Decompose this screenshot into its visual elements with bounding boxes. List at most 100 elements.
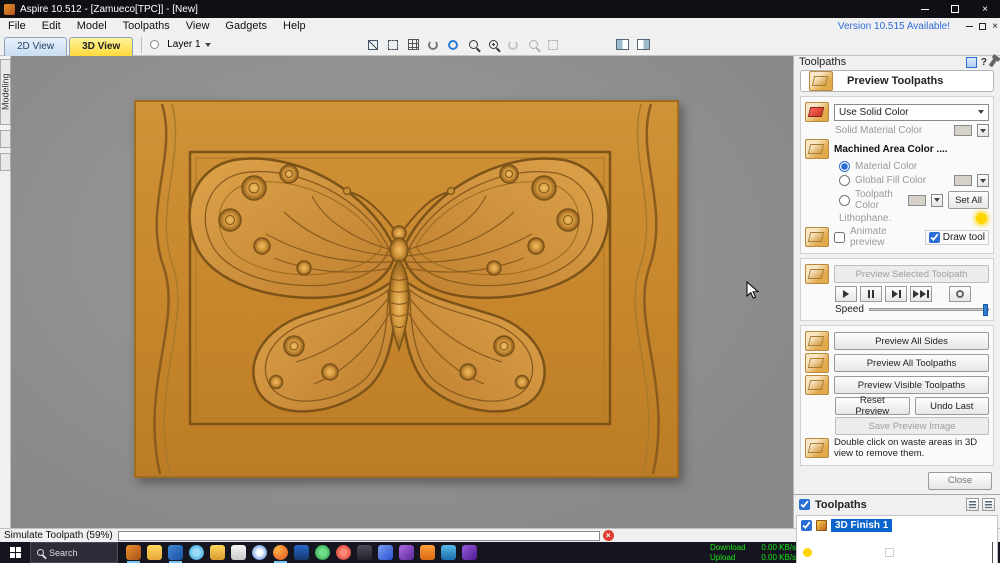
toolpath-color-swatch[interactable] (908, 194, 927, 206)
taskbar-app-icon[interactable] (399, 545, 414, 560)
play-button[interactable] (835, 286, 857, 302)
language-indicator[interactable]: ENG (901, 548, 921, 558)
toolpath-color-dropdown[interactable] (931, 193, 944, 207)
panel-book-icon[interactable] (965, 56, 977, 68)
weather-widget[interactable]: 90°F (803, 548, 834, 558)
tray-misc-icon[interactable] (885, 548, 895, 557)
rotate-view-icon[interactable] (445, 36, 462, 53)
left-mini-tab-1[interactable] (0, 130, 11, 148)
taskbar-app-icon[interactable] (147, 545, 162, 560)
menu-gadgets[interactable]: Gadgets (217, 18, 275, 34)
preview-all-sides-button[interactable]: Preview All Sides (834, 332, 989, 350)
global-fill-color-swatch[interactable] (954, 175, 972, 186)
3d-view-canvas[interactable] (11, 56, 793, 528)
close-panel-button[interactable]: Close (928, 471, 992, 490)
pause-button[interactable] (860, 286, 882, 302)
cancel-simulation-button[interactable]: × (602, 530, 614, 541)
snap-grid-icon[interactable] (365, 36, 382, 53)
menu-model[interactable]: Model (69, 18, 115, 34)
toolpath-list-item[interactable]: 3D Finish 1 (801, 518, 993, 532)
left-mini-tab-2[interactable] (0, 153, 11, 171)
solid-color-dropdown[interactable]: Use Solid Color (834, 103, 989, 121)
menu-edit[interactable]: Edit (34, 18, 69, 34)
close-button[interactable]: × (970, 0, 1000, 18)
clock[interactable]: 11:52 AM (928, 548, 965, 558)
global-fill-color-radio[interactable] (839, 175, 850, 186)
preview-visible-toolpaths-button[interactable]: Preview Visible Toolpaths (834, 376, 989, 394)
mdi-restore-icon[interactable] (979, 22, 987, 30)
speed-slider-handle[interactable] (983, 304, 988, 316)
tab-3d-view[interactable]: 3D View (69, 36, 134, 56)
save-preview-image-button[interactable]: Save Preview Image (835, 417, 989, 435)
taskbar-app-icon[interactable] (315, 545, 330, 560)
skip-to-end-button[interactable] (910, 286, 932, 302)
layer-dropdown[interactable]: Layer 1 (163, 37, 214, 52)
version-update-link[interactable]: Version 10.515 Available! (838, 21, 950, 32)
menu-file[interactable]: File (0, 18, 34, 34)
menu-toolpaths[interactable]: Toolpaths (115, 18, 178, 34)
step-forward-button[interactable] (885, 286, 907, 302)
menu-help[interactable]: Help (275, 18, 314, 34)
menu-view[interactable]: View (178, 18, 218, 34)
network-icon[interactable] (854, 548, 866, 557)
undo-last-button[interactable]: Undo Last (914, 397, 989, 415)
toolpath-levels-icon[interactable] (966, 498, 979, 512)
pin-panel-icon[interactable] (988, 57, 998, 67)
guides-icon[interactable] (385, 36, 402, 53)
zoom-previous-icon[interactable] (505, 36, 522, 53)
taskbar-app-icon[interactable] (189, 545, 204, 560)
grid-icon[interactable] (405, 36, 422, 53)
taskbar-app-icon[interactable] (420, 545, 435, 560)
taskbar-app-icon[interactable] (378, 545, 393, 560)
toolpaths-visibility-checkbox[interactable] (799, 499, 810, 511)
start-button[interactable] (0, 542, 30, 563)
taskbar-app-icon[interactable] (273, 545, 288, 563)
carved-wood-panel[interactable] (134, 100, 679, 478)
taskbar-app-icon[interactable] (126, 545, 141, 563)
zoom-out-icon[interactable] (465, 36, 482, 53)
notification-center-icon[interactable] (972, 547, 983, 558)
material-color-radio[interactable] (839, 161, 850, 172)
preview-selected-toolpath-button[interactable]: Preview Selected Toolpath (834, 265, 989, 283)
maximize-button[interactable] (940, 0, 970, 18)
taskbar-app-icon[interactable] (210, 545, 225, 560)
speed-slider[interactable] (868, 304, 989, 316)
taskbar-app-icon[interactable] (336, 545, 351, 560)
show-desktop-button[interactable] (992, 542, 995, 563)
tray-overflow-icon[interactable] (838, 549, 847, 559)
split-view-right-icon[interactable] (635, 36, 652, 53)
split-view-left-icon[interactable] (614, 36, 631, 53)
zoom-in-icon[interactable] (485, 36, 502, 53)
taskbar-app-icon[interactable] (168, 545, 183, 563)
taskbar-search[interactable]: Search (30, 542, 118, 563)
set-all-button[interactable]: Set All (948, 191, 989, 209)
animate-preview-checkbox[interactable] (834, 231, 845, 243)
preview-all-toolpaths-button[interactable]: Preview All Toolpaths (834, 354, 989, 372)
taskbar-app-icon[interactable] (462, 545, 477, 560)
taskbar-app-icon[interactable] (294, 545, 309, 560)
solid-material-color-swatch[interactable] (954, 125, 972, 136)
taskbar-app-icon[interactable] (357, 545, 372, 560)
taskbar-app-icon[interactable] (441, 545, 456, 560)
zoom-selection-icon[interactable] (525, 36, 542, 53)
global-fill-color-dropdown[interactable] (977, 174, 989, 187)
taskbar-app-icon[interactable] (252, 545, 267, 560)
minimize-button[interactable] (910, 0, 940, 18)
solid-material-color-dropdown[interactable] (977, 124, 989, 137)
tab-modeling[interactable]: Modeling (0, 59, 11, 125)
help-icon[interactable]: ? (981, 57, 987, 68)
taskbar-app-icon[interactable] (231, 545, 246, 560)
toolpath-list-icon[interactable] (982, 498, 995, 512)
mdi-close-icon[interactable]: × (992, 21, 998, 32)
zoom-extents-icon[interactable] (545, 36, 562, 53)
draw-tool-checkbox[interactable] (928, 231, 940, 243)
tab-2d-view[interactable]: 2D View (4, 36, 68, 56)
pan-view-icon[interactable] (425, 36, 442, 53)
net-speed-widget[interactable]: Download 0.00 KB/s Upload 0.00 KB/s (710, 543, 796, 561)
loop-button[interactable] (949, 286, 971, 302)
mdi-minimize-icon[interactable] (966, 25, 974, 27)
reset-preview-button[interactable]: Reset Preview (835, 395, 910, 417)
toolpath-color-radio[interactable] (839, 194, 850, 206)
volume-icon[interactable] (872, 548, 879, 557)
toolpath-item-checkbox[interactable] (801, 519, 812, 531)
